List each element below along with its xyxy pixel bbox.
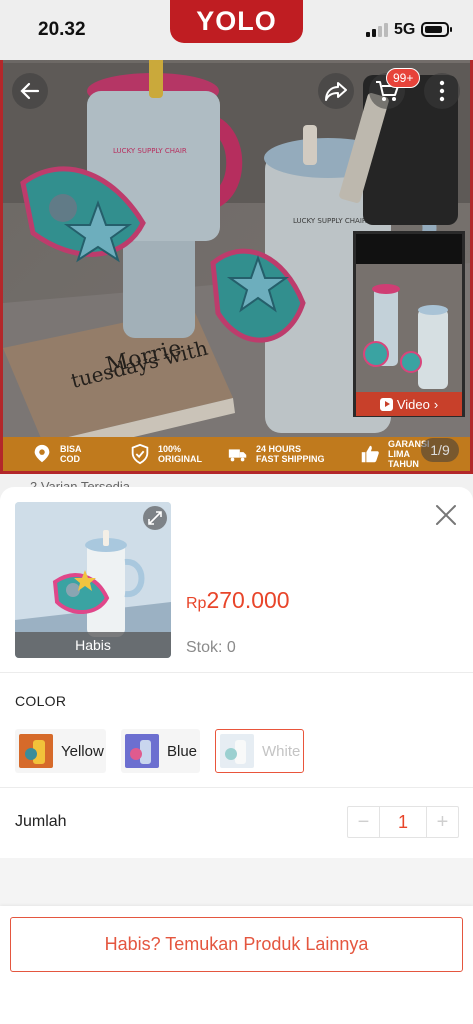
shield-check-icon [131, 443, 149, 465]
color-option-blue[interactable]: Blue [121, 729, 200, 773]
variant-thumbnail [19, 734, 53, 768]
close-icon [436, 505, 456, 525]
network-type: 5G [394, 21, 416, 38]
thumbs-up-icon [361, 445, 379, 463]
share-arrow-icon [325, 82, 347, 101]
video-label: Video [396, 396, 430, 412]
battery-icon [421, 22, 452, 37]
selected-variant-image[interactable]: Habis [15, 502, 171, 658]
sold-out-label: Habis [15, 632, 171, 658]
expand-icon[interactable] [143, 506, 167, 530]
quantity-stepper: − 1 + [347, 806, 459, 838]
image-counter: 1/9 [421, 438, 459, 462]
variant-bottom-sheet: Habis Rp270.000 Stok: 0 COLOR Yellow Blu… [0, 487, 473, 1024]
price: Rp270.000 [186, 587, 290, 614]
price-currency: Rp [186, 595, 207, 612]
color-option-white[interactable]: White [215, 729, 304, 773]
promo-line: COD [60, 454, 80, 464]
battery-level [425, 26, 442, 33]
close-button[interactable] [433, 502, 459, 528]
color-option-yellow[interactable]: Yellow [15, 729, 106, 773]
promo-item-shipping: 24 HOURS FAST SHIPPING [227, 443, 359, 465]
promo-line: ORIGINAL [158, 454, 202, 464]
divider [0, 787, 473, 788]
color-option-label: Yellow [61, 742, 104, 760]
price-value: 270.000 [206, 587, 290, 613]
brand-logo: YOLO [170, 0, 303, 43]
promo-line: FAST SHIPPING [256, 454, 325, 464]
share-button[interactable] [318, 73, 354, 109]
promo-item-original: 100% ORIGINAL [129, 443, 227, 465]
promo-strip: BISA COD 100% ORIGINAL 24 HOURS FAST SHIPPI… [3, 437, 470, 471]
divider [0, 672, 473, 673]
back-button[interactable] [12, 73, 48, 109]
promo-line: BISA [60, 444, 82, 454]
chevron-right-icon: › [433, 396, 439, 412]
footer-bar: Habis? Temukan Produk Lainnya [0, 906, 473, 1024]
color-option-label: White [262, 742, 301, 760]
variant-thumbnail [125, 734, 159, 768]
status-time: 20.32 [38, 19, 86, 40]
video-button[interactable]: Video › [356, 392, 462, 416]
quantity-increase-button[interactable]: + [427, 807, 458, 837]
map-pin-icon [34, 444, 50, 463]
quantity-decrease-button[interactable]: − [348, 807, 379, 837]
variant-thumbnail [220, 734, 254, 768]
promo-item-cod: BISA COD [31, 443, 129, 465]
promo-line: 24 HOURS [256, 444, 302, 454]
truck-icon [228, 449, 247, 462]
promo-line: 100% [158, 444, 182, 454]
more-vertical-icon [439, 80, 445, 102]
color-option-label: Blue [167, 742, 198, 760]
signal-icon [366, 23, 390, 37]
play-icon [379, 397, 393, 411]
find-other-products-button[interactable]: Habis? Temukan Produk Lainnya [10, 917, 463, 972]
product-variant-screen: tuesdays with Morrie LUCKY SUPPLY CHAIR … [0, 0, 473, 1024]
quantity-input[interactable]: 1 [379, 807, 427, 837]
more-options-button[interactable] [424, 73, 460, 109]
cart-badge: 99+ [386, 68, 421, 88]
spacer-band [0, 858, 473, 906]
quantity-label: Jumlah [15, 813, 67, 830]
color-section-title: COLOR [15, 693, 67, 709]
arrow-left-icon [20, 82, 40, 100]
stock-text: Stok: 0 [186, 639, 236, 656]
video-thumbnail[interactable] [353, 231, 465, 417]
